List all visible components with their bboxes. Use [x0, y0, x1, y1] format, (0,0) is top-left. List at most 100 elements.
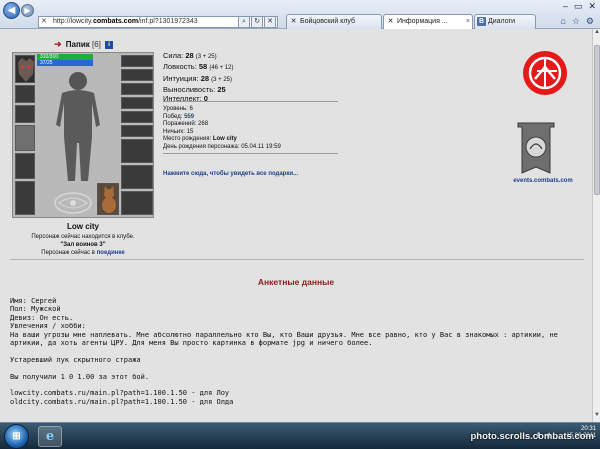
character-details: Уровень: 6 Побед: 559 Поражений: 268 Нич… [163, 106, 281, 151]
equipment-slot[interactable] [121, 111, 153, 123]
equipment-slot[interactable] [121, 139, 153, 163]
info-flag-icon[interactable]: i [105, 40, 114, 49]
back-button[interactable]: ◀ [3, 2, 20, 19]
favorites-star-icon[interactable]: ☆ [572, 16, 580, 27]
page-favicon-icon: ✕ [41, 18, 47, 25]
close-window-icon[interactable]: ✕ [588, 1, 596, 12]
stat-agility: Ловкость: 58 (46 + 12) [163, 62, 234, 72]
equipment-slot[interactable] [15, 105, 35, 123]
url-path: /inf.pl?1301972343 [138, 18, 198, 25]
scroll-down-icon[interactable]: ▼ [593, 412, 600, 422]
mana-bar: 37/25 [37, 60, 93, 66]
stat-endurance: Выносливость: 25 [163, 84, 226, 94]
profile-body: Имя: Сергей Пол: Мужской Девиз: Он есть.… [10, 297, 584, 406]
profile-link-oldcity: oldcity.combats.ru/main.pl?path=1.100.1.… [10, 397, 234, 406]
equipment-slot[interactable] [15, 153, 35, 179]
detail-birthday: День рождения персонажа: 05.04.11 19:59 [163, 143, 281, 150]
forward-button[interactable]: ▶ [21, 4, 34, 17]
equipment-slot[interactable] [121, 69, 153, 81]
profile-gender: Пол: Мужской [10, 305, 61, 314]
ie-toolbar-icons: ⌂ ☆ ⚙ [560, 16, 594, 27]
stop-icon[interactable]: ✕ [264, 16, 276, 28]
browser-toolbar: ◀ ▶ ✕ http://lowcity.combats.com/inf.pl?… [0, 0, 600, 29]
equipment-slot[interactable] [15, 85, 35, 103]
window-controls: – ▭ ✕ [563, 1, 596, 12]
gifts-link[interactable]: Нажмите сюда, чтобы увидеть все подарки.… [163, 171, 298, 177]
scroll-up-icon[interactable]: ▲ [593, 29, 600, 39]
archer-clan-logo-icon[interactable] [521, 49, 569, 97]
character-location: Персонаж сейчас находится в клубе. "Зал … [6, 233, 160, 257]
equipment-slot[interactable] [121, 165, 153, 189]
profile-name: Имя: Сергей [10, 297, 57, 305]
divider [163, 153, 338, 154]
equipment-slot[interactable] [121, 125, 153, 137]
search-icon[interactable]: ⌕ [238, 16, 250, 28]
close-tab-icon[interactable]: × [466, 15, 470, 28]
profile-received-line: Вы получили 1 0 1.00 за этот бой. [10, 372, 150, 381]
equipment-slot[interactable] [121, 191, 153, 215]
divider [163, 101, 338, 102]
profile-title: Анкетные данные [257, 277, 335, 287]
character-stats: Сила: 28 (3 + 25) Ловкость: 58 (46 + 12)… [163, 51, 234, 103]
detail-draws: Ничьих: 15 [163, 128, 194, 135]
detail-level: Уровень: 6 [163, 106, 193, 112]
stat-intellect: Интеллект: 0 [163, 94, 208, 104]
stat-strength: Сила: 28 (3 + 25) [163, 51, 217, 60]
profile-about: На ваши угрозы мне наплевать. Мне абсолю… [10, 330, 558, 348]
vertical-scrollbar[interactable]: ▲ ▼ [592, 29, 600, 422]
status-text: Персонаж сейчас в [41, 250, 95, 256]
pet-slot[interactable] [97, 183, 119, 215]
private-message-arrow-icon[interactable]: ➜ [54, 39, 62, 49]
equipment-slot[interactable] [121, 83, 153, 95]
character-header: ➜ Папик [6] i [54, 39, 114, 50]
tab-label: Бойцовский клуб [300, 18, 356, 25]
combats-emblem-icon [54, 192, 92, 214]
equipment-slot[interactable] [15, 181, 35, 215]
tab-label: Диалоги [488, 18, 516, 25]
duel-link[interactable]: поединке [97, 250, 125, 256]
url-domain: combats.com [92, 18, 139, 25]
tab-info[interactable]: ✕ Информация ... × [383, 14, 473, 29]
wolf-helmet-slot[interactable] [15, 55, 35, 83]
detail-wins: Побед: 559 [163, 113, 195, 120]
current-status: Персонаж сейчас в поединке [6, 249, 160, 257]
equipment-slot[interactable] [121, 97, 153, 109]
page-content: ➜ Папик [6] i 310/310 37/25 Low city Пер… [0, 29, 592, 422]
club-name: "Зал воинов 3" [60, 242, 106, 248]
character-level: [6] [91, 40, 101, 49]
equipment-slot[interactable] [121, 55, 153, 67]
minimize-icon[interactable]: – [563, 1, 568, 12]
section-divider [10, 259, 584, 260]
profile-motto: Девиз: Он есть. [10, 313, 74, 322]
events-link[interactable]: events.combats.com [508, 178, 578, 184]
profile-hobby-label: Увлечения / хобби: [10, 322, 86, 331]
profile-bow-line: Устаревший лук скрытного стража [10, 355, 141, 364]
equipment-slot[interactable] [15, 125, 35, 151]
scroll-thumb[interactable] [594, 45, 600, 195]
combats-favicon-icon: ✕ [387, 18, 394, 25]
start-button[interactable]: ⊞ [4, 424, 29, 449]
detail-losses: Поражений: 268 [163, 121, 209, 127]
detail-birthplace: Место рождения: Low city [163, 136, 237, 142]
character-name[interactable]: Папик [66, 40, 90, 49]
events-banner-icon[interactable] [516, 121, 556, 179]
tab-label: Информация ... [397, 18, 448, 25]
character-panel: 310/310 37/25 [12, 52, 154, 218]
character-city: Low city [66, 222, 99, 231]
home-icon[interactable]: ⌂ [560, 16, 565, 27]
address-actions: ⌕ ↻ ✕ [238, 16, 276, 28]
refresh-icon[interactable]: ↻ [251, 16, 263, 28]
location-text: Персонаж сейчас находится в клубе. [31, 234, 135, 240]
stat-intuition: Интуиция: 28 (3 + 25) [163, 73, 233, 83]
tab-fight-club[interactable]: ✕ Бойцовский клуб [286, 14, 382, 29]
tab-dialogs[interactable]: B Диалоги [474, 14, 536, 29]
internet-explorer-taskbar-icon[interactable]: e [38, 426, 62, 447]
gear-icon[interactable]: ⚙ [586, 16, 594, 27]
vk-favicon-icon: B [477, 17, 486, 26]
url-prefix: http://lowcity. [53, 18, 93, 25]
watermark: photo.scrolls.combats.com [470, 431, 594, 442]
combats-favicon-icon: ✕ [290, 18, 297, 25]
profile-link-lowcity: lowcity.combats.ru/main.pl?path=1.100.1.… [10, 389, 230, 398]
maximize-icon[interactable]: ▭ [574, 1, 583, 12]
character-silhouette [56, 72, 100, 181]
